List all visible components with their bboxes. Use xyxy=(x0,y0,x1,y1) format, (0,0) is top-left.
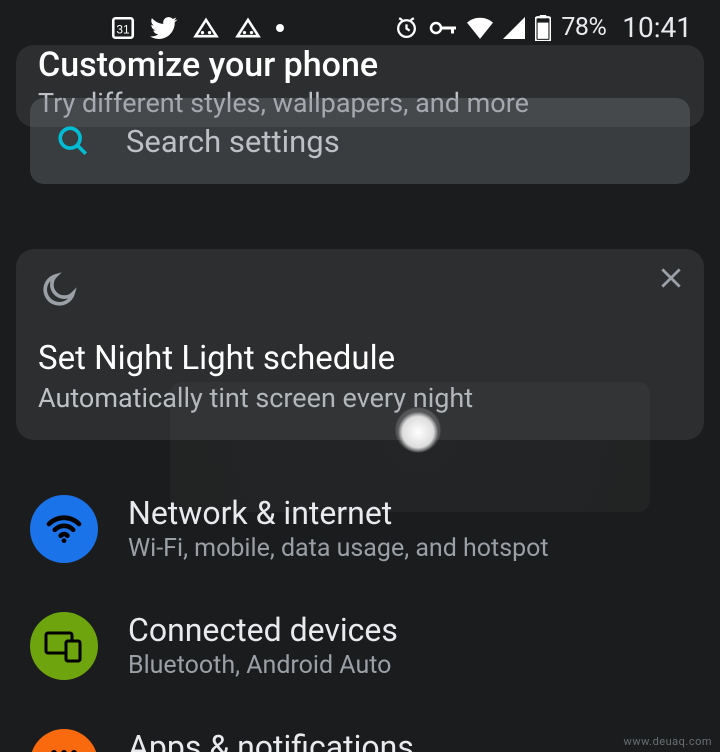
notification-icon-2 xyxy=(234,14,262,42)
moon-icon xyxy=(38,271,682,315)
row-apps-title: Apps & notifications xyxy=(128,728,415,752)
close-icon[interactable] xyxy=(658,265,684,295)
wifi-circle-icon xyxy=(30,495,98,563)
row-network-title: Network & internet xyxy=(128,494,549,532)
apps-circle-icon xyxy=(30,729,98,752)
search-icon xyxy=(56,124,90,158)
status-right-icons: 78% 10:41 xyxy=(394,11,692,44)
search-settings-bar[interactable]: Search settings xyxy=(30,98,690,184)
settings-list: Network & internet Wi-Fi, mobile, data u… xyxy=(0,470,720,752)
battery-icon xyxy=(535,15,551,41)
alarm-icon xyxy=(394,15,419,40)
cellular-signal-icon xyxy=(503,17,525,39)
row-network-subtitle: Wi-Fi, mobile, data usage, and hotspot xyxy=(128,534,549,563)
clock: 10:41 xyxy=(622,11,692,44)
watermark: www.deuaq.com xyxy=(624,735,712,748)
devices-circle-icon xyxy=(30,612,98,680)
twitter-icon xyxy=(150,14,178,42)
customize-phone-title: Customize your phone xyxy=(38,45,682,85)
status-left-icons: 31 xyxy=(110,14,284,42)
row-connected-subtitle: Bluetooth, Android Auto xyxy=(128,651,398,680)
more-notifications-dot xyxy=(276,24,284,32)
row-apps-notifications[interactable]: Apps & notifications Recent apps, defaul… xyxy=(0,704,720,752)
night-light-title: Set Night Light schedule xyxy=(38,339,682,378)
svg-text:31: 31 xyxy=(116,22,130,36)
calendar-icon: 31 xyxy=(110,15,136,41)
night-light-card[interactable]: Set Night Light schedule Automatically t… xyxy=(16,249,704,440)
battery-percent: 78% xyxy=(561,13,606,42)
night-light-subtitle: Automatically tint screen every night xyxy=(38,382,682,414)
vpn-key-icon xyxy=(429,17,457,39)
row-connected-devices[interactable]: Connected devices Bluetooth, Android Aut… xyxy=(0,587,720,704)
row-connected-title: Connected devices xyxy=(128,611,398,649)
wifi-icon xyxy=(467,17,493,39)
notification-icon-1 xyxy=(192,14,220,42)
search-placeholder: Search settings xyxy=(126,123,340,160)
row-network-internet[interactable]: Network & internet Wi-Fi, mobile, data u… xyxy=(0,470,720,587)
